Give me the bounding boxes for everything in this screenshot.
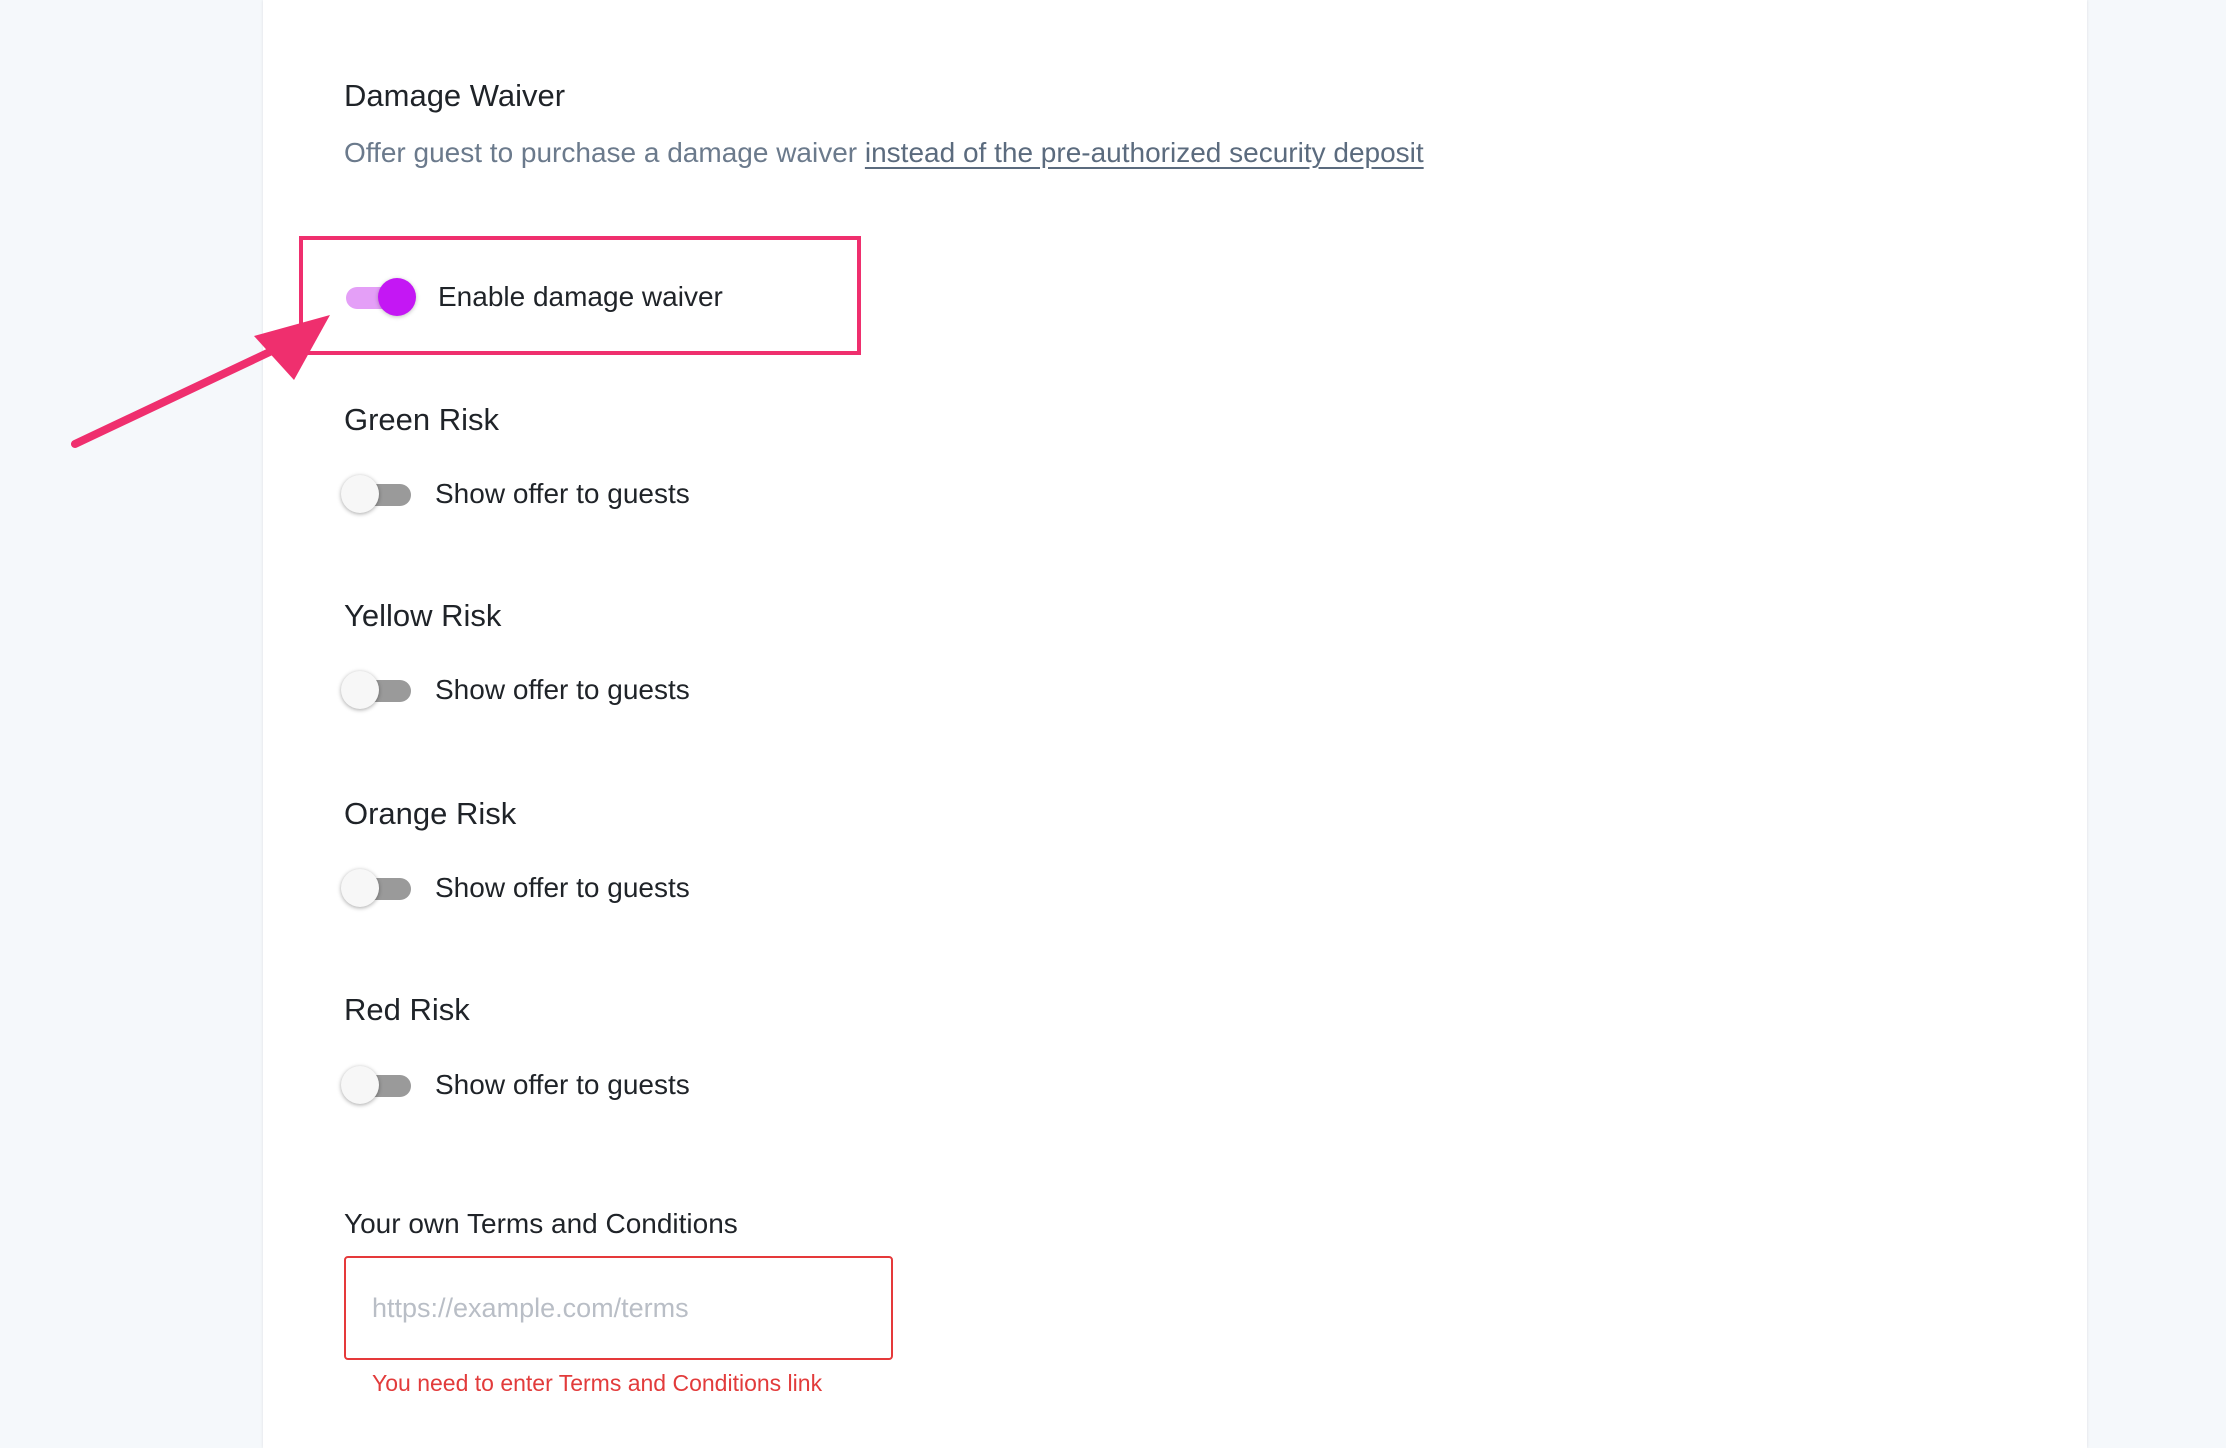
enable-damage-waiver-toggle[interactable] (344, 274, 416, 320)
red-risk-title: Red Risk (344, 992, 470, 1027)
orange-risk-row: Show offer to guests (341, 865, 690, 911)
toggle-thumb (341, 1066, 379, 1104)
toggle-thumb (341, 869, 379, 907)
annotation-arrow-icon (71, 315, 330, 448)
enable-damage-waiver-label: Enable damage waiver (438, 281, 723, 312)
security-deposit-link[interactable]: instead of the pre-authorized security d… (865, 137, 1424, 168)
enable-damage-waiver-row: Enable damage waiver (344, 274, 723, 320)
toggle-thumb (341, 671, 379, 709)
yellow-risk-title: Yellow Risk (344, 598, 502, 633)
orange-risk-title: Orange Risk (344, 796, 517, 831)
yellow-risk-row: Show offer to guests (341, 667, 690, 713)
orange-risk-toggle[interactable] (341, 865, 413, 911)
toggle-thumb (341, 475, 379, 513)
damage-waiver-subtitle: Offer guest to purchase a damage waiver … (344, 137, 1424, 169)
red-risk-toggle[interactable] (341, 1062, 413, 1108)
terms-error-message: You need to enter Terms and Conditions l… (372, 1370, 823, 1396)
terms-url-input[interactable] (344, 1256, 893, 1360)
subtitle-text: Offer guest to purchase a damage waiver (344, 137, 865, 168)
green-risk-title: Green Risk (344, 402, 500, 437)
orange-risk-toggle-label: Show offer to guests (435, 872, 690, 903)
yellow-risk-toggle-label: Show offer to guests (435, 674, 690, 705)
green-risk-toggle[interactable] (341, 471, 413, 517)
red-risk-toggle-label: Show offer to guests (435, 1069, 690, 1100)
damage-waiver-title: Damage Waiver (344, 78, 566, 113)
terms-label: Your own Terms and Conditions (344, 1208, 738, 1239)
green-risk-toggle-label: Show offer to guests (435, 478, 690, 509)
red-risk-row: Show offer to guests (341, 1062, 690, 1108)
yellow-risk-toggle[interactable] (341, 667, 413, 713)
toggle-thumb (378, 278, 416, 316)
green-risk-row: Show offer to guests (341, 471, 690, 517)
